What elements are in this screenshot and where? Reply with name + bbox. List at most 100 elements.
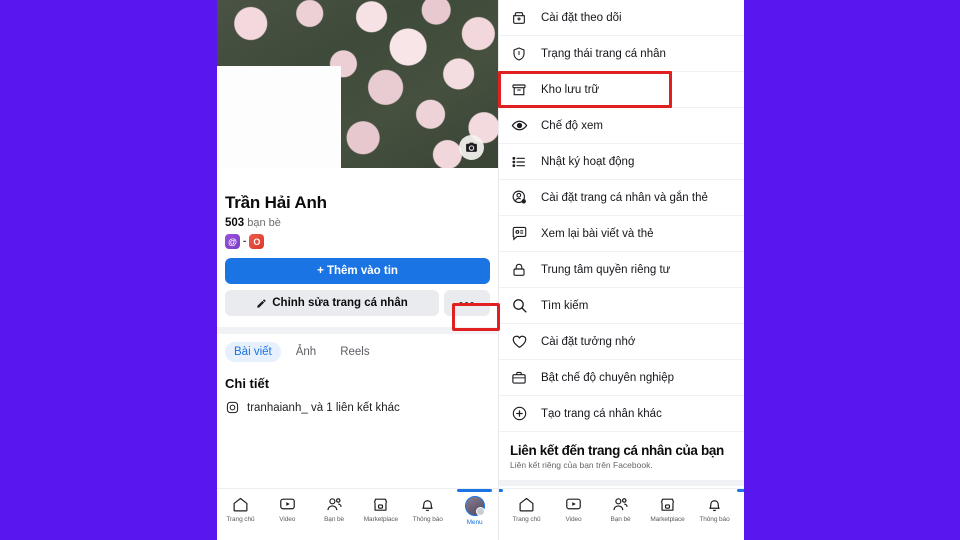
- menu-item-memorial-settings[interactable]: Cài đặt tưởng nhớ: [499, 324, 744, 360]
- nav-item-marketplace-right[interactable]: Marketplace: [644, 496, 691, 523]
- menu-item-privacy-center[interactable]: Trung tâm quyền riêng tư: [499, 252, 744, 288]
- primary-button-row: + Thêm vào tin: [217, 249, 498, 284]
- profile-body: Trần Hải Anh 503 bạn bè @ - O + Thêm vào…: [217, 168, 498, 414]
- friends-icon: [613, 498, 628, 511]
- home-icon: [519, 497, 534, 512]
- avatar-icon: [464, 496, 485, 516]
- instagram-icon: [226, 401, 239, 414]
- marketplace-icon: [660, 498, 675, 511]
- menu-item-create-profile[interactable]: Tạo trang cá nhân khác: [499, 396, 744, 432]
- nav-label-notifications: Thông báo: [699, 516, 730, 523]
- menu-item-profile-status[interactable]: Trạng thái trang cá nhân: [499, 36, 744, 72]
- menu-label: Cài đặt tưởng nhớ: [541, 335, 636, 348]
- badge-separator: -: [243, 236, 247, 247]
- nav-label-home: Trang chủ: [512, 516, 541, 523]
- shield-icon: [510, 46, 528, 62]
- nav-label-marketplace: Marketplace: [363, 516, 399, 523]
- menu-label: Cài đặt trang cá nhân và gắn thẻ: [541, 191, 708, 204]
- profile-badges: @ - O: [217, 229, 498, 249]
- add-box-icon: [510, 10, 528, 26]
- marketplace-icon: [374, 498, 388, 511]
- briefcase-icon: [510, 370, 528, 386]
- details-title: Chi tiết: [225, 376, 270, 391]
- edit-profile-button[interactable]: Chỉnh sửa trang cá nhân: [225, 290, 439, 316]
- friends-icon: [326, 498, 342, 511]
- list-icon: [510, 154, 528, 170]
- nav-item-video[interactable]: Video: [264, 496, 311, 523]
- menu-label: Xem lại bài viết và thẻ: [541, 227, 654, 240]
- profile-tabs: Bài viết Ảnh Reels: [217, 334, 498, 362]
- nav-label-friends: Bạn bè: [610, 516, 631, 523]
- nav-label-video: Video: [279, 516, 296, 523]
- friend-count: 503: [225, 217, 245, 229]
- profile-link-title: Liên kết đến trang cá nhân của bạn: [510, 443, 724, 458]
- person-gear-icon: [510, 189, 528, 206]
- nav-indicator-right: [737, 489, 744, 492]
- menu-item-professional-mode[interactable]: Bật chế độ chuyên nghiệp: [499, 360, 744, 396]
- chat-tag-icon: [510, 225, 528, 242]
- menu-label: Nhật ký hoạt động: [541, 155, 635, 168]
- menu-label: Tạo trang cá nhân khác: [541, 407, 662, 420]
- add-to-story-button[interactable]: + Thêm vào tin: [225, 258, 490, 284]
- nav-item-marketplace[interactable]: Marketplace: [357, 496, 404, 523]
- nav-item-menu[interactable]: Menu: [451, 489, 498, 526]
- cover-photo[interactable]: [217, 0, 498, 168]
- menu-item-follow-settings[interactable]: Cài đặt theo dõi: [499, 0, 744, 36]
- profile-picture[interactable]: [217, 66, 341, 168]
- instagram-badge-icon[interactable]: O: [249, 234, 265, 249]
- plus-circle-icon: [510, 405, 528, 422]
- menu-label: Bật chế độ chuyên nghiệp: [541, 371, 674, 384]
- profile-link-subtitle: Liên kết riêng của bạn trên Facebook.: [510, 460, 653, 470]
- profile-link-section[interactable]: Liên kết đến trang cá nhân của bạn Liên …: [499, 432, 744, 470]
- menu-label: Cài đặt theo dõi: [541, 11, 622, 24]
- friend-count-row[interactable]: 503 bạn bè: [217, 213, 498, 229]
- menu-item-view-mode[interactable]: Chế độ xem: [499, 108, 744, 144]
- menu-item-review-posts[interactable]: Xem lại bài viết và thẻ: [499, 216, 744, 252]
- video-icon: [279, 498, 295, 510]
- home-icon: [233, 497, 248, 512]
- menu-item-profile-tagging[interactable]: Cài đặt trang cá nhân và gắn thẻ: [499, 180, 744, 216]
- profile-name: Trần Hải Anh: [225, 193, 327, 212]
- menu-label: Trung tâm quyền riêng tư: [541, 263, 671, 276]
- bell-icon: [709, 500, 720, 512]
- detail-row-instagram[interactable]: tranhaianh_ và 1 liên kết khác: [217, 391, 498, 414]
- pencil-icon: [257, 298, 266, 308]
- link-section-divider: [499, 480, 744, 486]
- nav-item-friends[interactable]: Bạn bè: [311, 496, 358, 523]
- right-bottom-nav: Trang chủ Video Bạn bè Marketplace Thông…: [499, 488, 744, 540]
- menu-label: Trạng thái trang cá nhân: [541, 47, 666, 60]
- bell-icon: [422, 500, 433, 512]
- video-icon: [566, 498, 581, 510]
- left-phone-screen: Trần Hải Anh 503 bạn bè @ - O + Thêm vào…: [217, 0, 498, 540]
- left-bottom-nav: Trang chủ Video Bạn bè Marketplace Thông…: [217, 488, 498, 540]
- camera-icon: [466, 142, 477, 152]
- tab-reels[interactable]: Reels: [331, 342, 378, 362]
- nav-item-video-right[interactable]: Video: [550, 496, 597, 523]
- nav-label-video: Video: [565, 516, 582, 523]
- nav-label-friends: Bạn bè: [324, 516, 345, 523]
- nav-item-notifications-right[interactable]: Thông báo: [691, 496, 738, 523]
- menu-label: Chế độ xem: [541, 119, 604, 132]
- nav-indicator-left: [499, 489, 503, 492]
- threads-badge-icon[interactable]: @: [225, 234, 240, 249]
- menu-label: Tìm kiếm: [541, 299, 589, 312]
- cover-camera-button[interactable]: [459, 135, 484, 160]
- detail-text: tranhaianh_ và 1 liên kết khác: [247, 401, 400, 414]
- menu-item-activity-log[interactable]: Nhật ký hoạt động: [499, 144, 744, 180]
- more-button-highlight: [452, 303, 500, 331]
- nav-item-friends-right[interactable]: Bạn bè: [597, 496, 644, 523]
- tab-posts[interactable]: Bài viết: [225, 342, 281, 362]
- nav-label-marketplace: Marketplace: [650, 516, 685, 523]
- nav-item-home[interactable]: Trang chủ: [217, 496, 264, 523]
- edit-profile-label: Chỉnh sửa trang cá nhân: [272, 297, 408, 309]
- eye-icon: [510, 117, 528, 134]
- friend-label: bạn bè: [247, 217, 281, 229]
- nav-item-home-right[interactable]: Trang chủ: [503, 496, 550, 523]
- archive-menu-highlight: [498, 71, 672, 108]
- nav-label-notifications: Thông báo: [412, 516, 443, 523]
- nav-label-home: Trang chủ: [226, 516, 255, 523]
- nav-item-notifications[interactable]: Thông báo: [404, 496, 451, 523]
- search-icon: [510, 297, 528, 314]
- menu-item-search[interactable]: Tìm kiếm: [499, 288, 744, 324]
- tab-photos[interactable]: Ảnh: [287, 342, 325, 362]
